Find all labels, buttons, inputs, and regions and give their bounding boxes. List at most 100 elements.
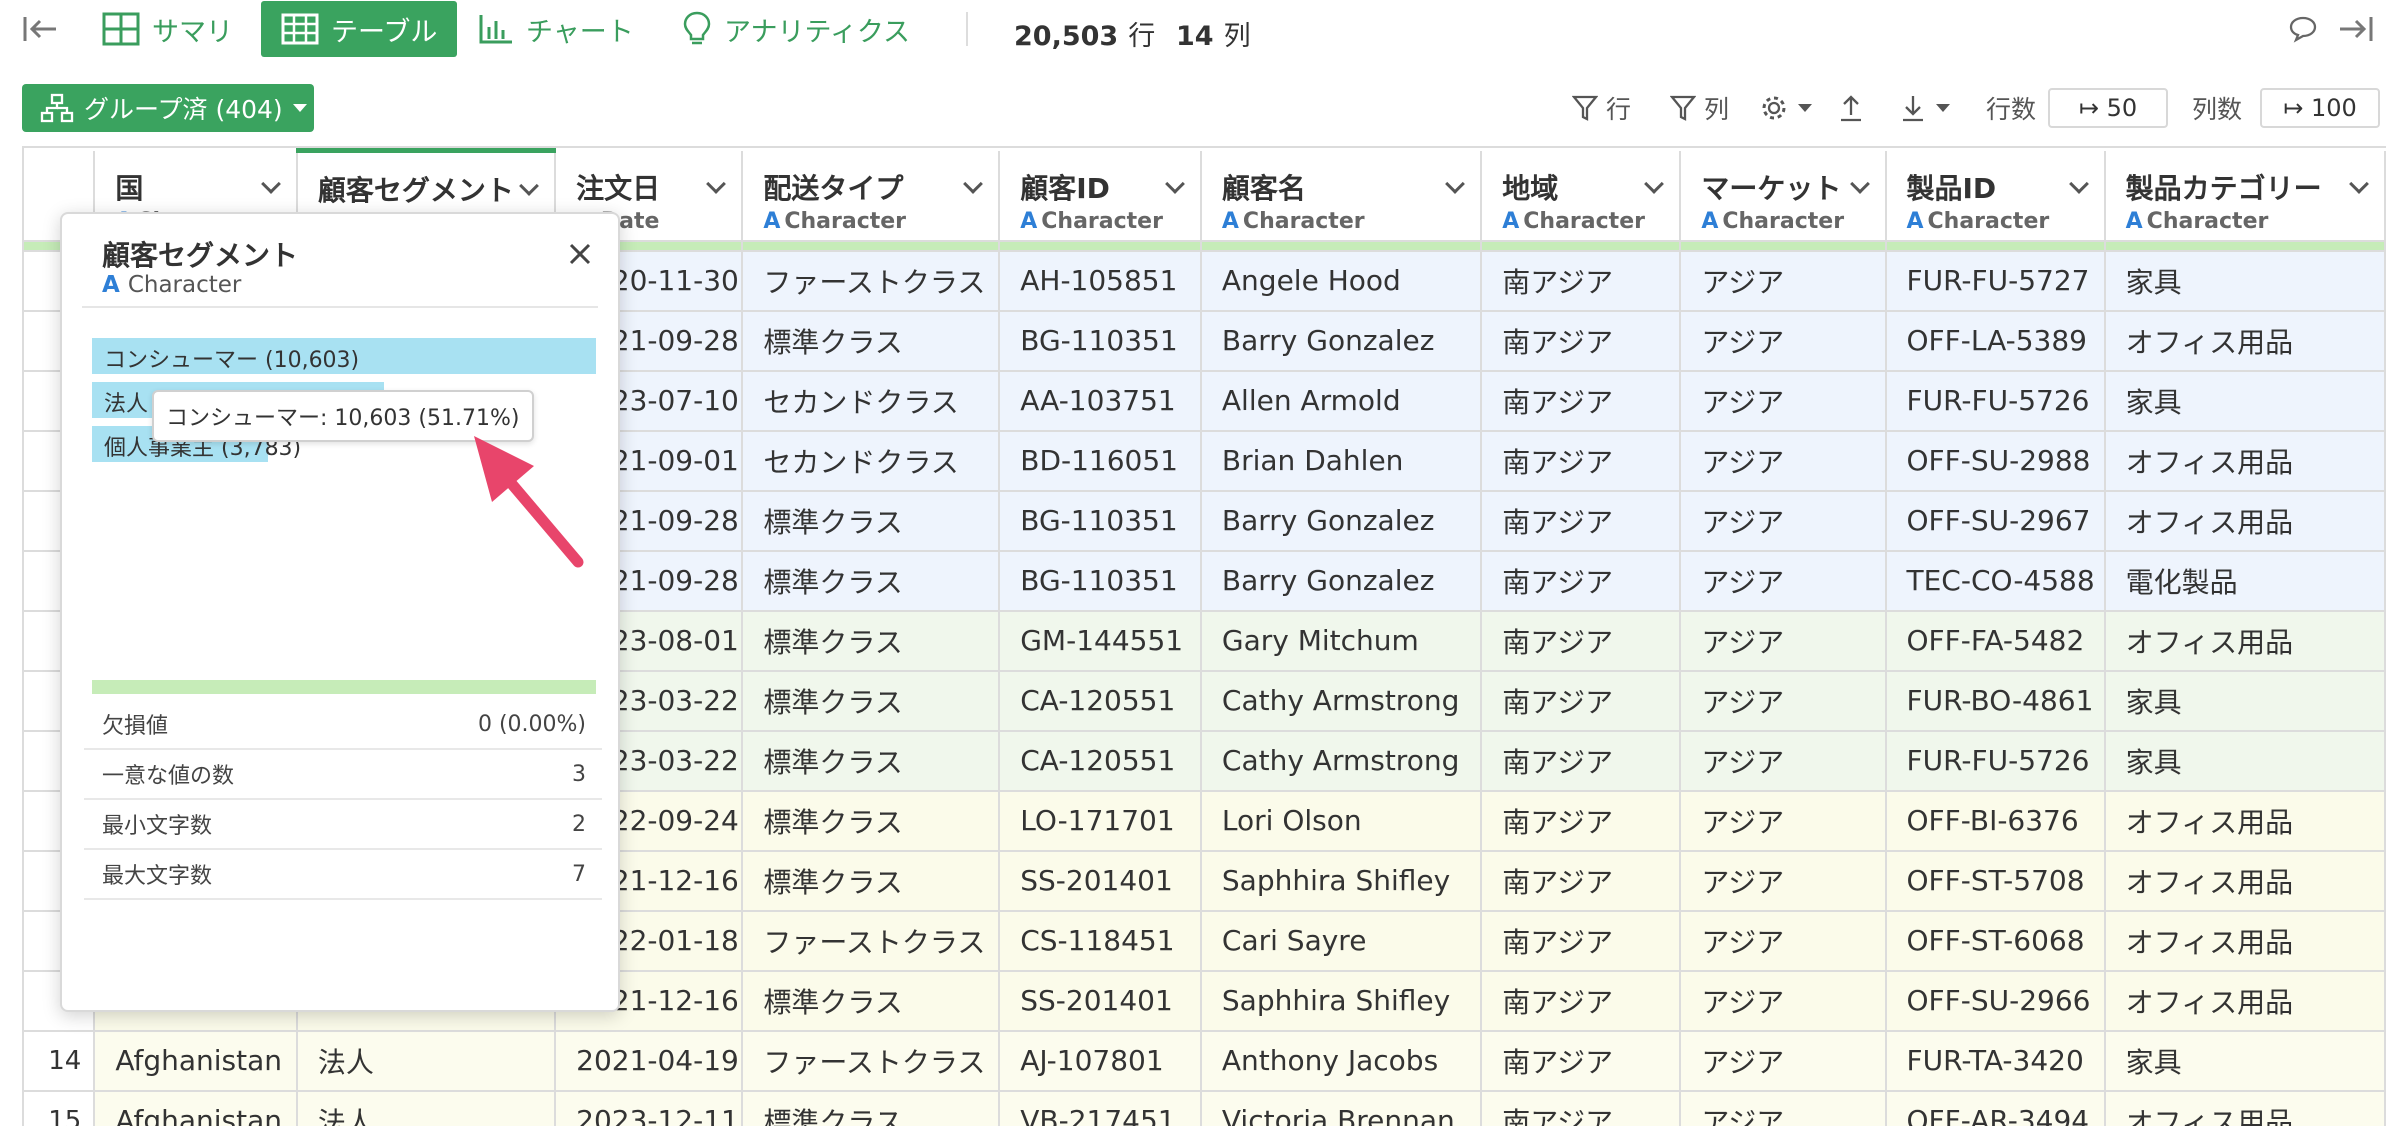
table-cell[interactable]: アジア (1680, 910, 1887, 972)
table-cell[interactable]: 標準クラス (742, 730, 1001, 792)
table-cell[interactable]: 南アジア (1481, 670, 1682, 732)
table-row[interactable]: 15 Afghanistan 法人 2023-12-11 標準クラス VB-217451 V… (24, 1090, 2386, 1126)
table-cell[interactable]: アジア (1680, 370, 1887, 432)
table-cell[interactable]: 家具 (2104, 250, 2386, 312)
table-cell[interactable]: アジア (1680, 550, 1887, 612)
table-cell[interactable]: Saphhira Shifley (1200, 850, 1483, 912)
table-cell[interactable]: 家具 (2104, 670, 2386, 732)
table-cell[interactable]: アジア (1680, 670, 1887, 732)
table-cell[interactable]: OFF-SU-2966 (1885, 970, 2106, 1032)
table-cell[interactable]: 南アジア (1481, 550, 1682, 612)
table-cell[interactable]: BD-116051 (999, 430, 1202, 492)
table-cell[interactable]: Afghanistan (94, 1030, 298, 1092)
column-header[interactable]: 顧客ID A Character (999, 150, 1202, 242)
column-filter-button[interactable]: 列 (1670, 84, 1729, 132)
table-cell[interactable]: 標準クラス (742, 490, 1001, 552)
table-row[interactable]: 14 Afghanistan 法人 2021-04-19 ファーストクラス AJ-1078… (24, 1030, 2386, 1092)
table-cell[interactable]: CS-118451 (999, 910, 1202, 972)
table-cell[interactable]: 法人 (296, 1030, 557, 1092)
table-cell[interactable]: 家具 (2104, 730, 2386, 792)
table-cell[interactable]: TEC-CO-4588 (1885, 550, 2106, 612)
column-header[interactable]: 製品カテゴリー A Character (2104, 150, 2386, 242)
tab-table[interactable]: テーブル (261, 1, 458, 57)
table-cell[interactable]: GM-144551 (999, 610, 1202, 672)
table-cell[interactable]: 南アジア (1481, 790, 1682, 852)
table-cell[interactable]: オフィス用品 (2104, 910, 2386, 972)
table-cell[interactable]: 南アジア (1481, 490, 1682, 552)
table-cell[interactable]: 標準クラス (742, 550, 1001, 612)
table-cell[interactable]: 家具 (2104, 370, 2386, 432)
table-cell[interactable]: AH-105851 (999, 250, 1202, 312)
table-cell[interactable]: アジア (1680, 1090, 1887, 1126)
table-cell[interactable]: FUR-BO-4861 (1885, 670, 2106, 732)
table-cell[interactable]: OFF-SU-2988 (1885, 430, 2106, 492)
table-cell[interactable]: Angele Hood (1200, 250, 1483, 312)
upload-button[interactable] (1838, 84, 1872, 132)
table-cell[interactable]: 南アジア (1481, 730, 1682, 792)
table-cell[interactable]: Allen Armold (1200, 370, 1483, 432)
table-cell[interactable]: OFF-ST-5708 (1885, 850, 2106, 912)
table-cell[interactable]: 南アジア (1481, 610, 1682, 672)
table-cell[interactable]: 電化製品 (2104, 550, 2386, 612)
collapse-right-button[interactable] (2338, 0, 2386, 58)
table-cell[interactable]: 2021-04-19 (555, 1030, 744, 1092)
settings-button[interactable] (1760, 84, 1812, 132)
group-button[interactable]: グループ済 (404) (22, 84, 314, 132)
table-cell[interactable]: 2023-12-11 (555, 1090, 744, 1126)
table-cell[interactable]: Cathy Armstrong (1200, 730, 1483, 792)
table-cell[interactable]: SS-201401 (999, 970, 1202, 1032)
table-cell[interactable]: 南アジア (1481, 850, 1682, 912)
column-header[interactable]: 地域 A Character (1481, 150, 1682, 242)
table-cell[interactable]: BG-110351 (999, 490, 1202, 552)
table-cell[interactable]: BG-110351 (999, 310, 1202, 372)
table-cell[interactable]: OFF-ST-6068 (1885, 910, 2106, 972)
table-cell[interactable]: VB-217451 (999, 1090, 1202, 1126)
table-cell[interactable]: ファーストクラス (742, 1030, 1001, 1092)
table-cell[interactable]: Barry Gonzalez (1200, 310, 1483, 372)
table-cell[interactable]: 標準クラス (742, 1090, 1001, 1126)
table-cell[interactable]: FUR-FU-5727 (1885, 250, 2106, 312)
table-cell[interactable]: 南アジア (1481, 430, 1682, 492)
table-cell[interactable]: FUR-FU-5726 (1885, 730, 2106, 792)
table-cell[interactable]: CA-120551 (999, 730, 1202, 792)
table-cell[interactable]: アジア (1680, 1030, 1887, 1092)
table-cell[interactable]: OFF-LA-5389 (1885, 310, 2106, 372)
table-cell[interactable]: オフィス用品 (2104, 970, 2386, 1032)
download-button[interactable] (1900, 84, 1950, 132)
table-cell[interactable]: 家具 (2104, 1030, 2386, 1092)
table-cell[interactable]: アジア (1680, 490, 1887, 552)
table-cell[interactable]: Brian Dahlen (1200, 430, 1483, 492)
table-cell[interactable]: 標準クラス (742, 670, 1001, 732)
table-cell[interactable]: 南アジア (1481, 250, 1682, 312)
tab-analytics[interactable]: アナリティクス (682, 0, 910, 58)
table-cell[interactable]: ファーストクラス (742, 910, 1001, 972)
table-cell[interactable]: 標準クラス (742, 970, 1001, 1032)
table-cell[interactable]: オフィス用品 (2104, 490, 2386, 552)
distribution-bar[interactable]: コンシューマー (10,603) (92, 338, 596, 374)
table-cell[interactable]: オフィス用品 (2104, 790, 2386, 852)
table-cell[interactable]: アジア (1680, 790, 1887, 852)
table-cell[interactable]: SS-201401 (999, 850, 1202, 912)
table-cell[interactable]: Barry Gonzalez (1200, 550, 1483, 612)
column-header[interactable]: マーケット A Character (1680, 150, 1887, 242)
table-cell[interactable]: 南アジア (1481, 910, 1682, 972)
table-cell[interactable]: 南アジア (1481, 970, 1682, 1032)
column-header[interactable]: 製品ID A Character (1885, 150, 2106, 242)
table-cell[interactable]: 南アジア (1481, 1090, 1682, 1126)
table-cell[interactable]: OFF-SU-2967 (1885, 490, 2106, 552)
table-cell[interactable]: LO-171701 (999, 790, 1202, 852)
table-cell[interactable]: オフィス用品 (2104, 310, 2386, 372)
column-header[interactable]: 配送タイプ A Character (742, 150, 1001, 242)
row-filter-button[interactable]: 行 (1572, 84, 1631, 132)
table-cell[interactable]: アジア (1680, 430, 1887, 492)
table-cell[interactable]: 標準クラス (742, 790, 1001, 852)
table-cell[interactable]: Afghanistan (94, 1090, 298, 1126)
table-cell[interactable]: 標準クラス (742, 610, 1001, 672)
table-cell[interactable]: セカンドクラス (742, 370, 1001, 432)
table-cell[interactable]: 標準クラス (742, 310, 1001, 372)
table-cell[interactable]: BG-110351 (999, 550, 1202, 612)
table-cell[interactable]: Barry Gonzalez (1200, 490, 1483, 552)
table-cell[interactable]: OFF-FA-5482 (1885, 610, 2106, 672)
comment-button[interactable] (2288, 0, 2330, 58)
table-cell[interactable]: FUR-TA-3420 (1885, 1030, 2106, 1092)
